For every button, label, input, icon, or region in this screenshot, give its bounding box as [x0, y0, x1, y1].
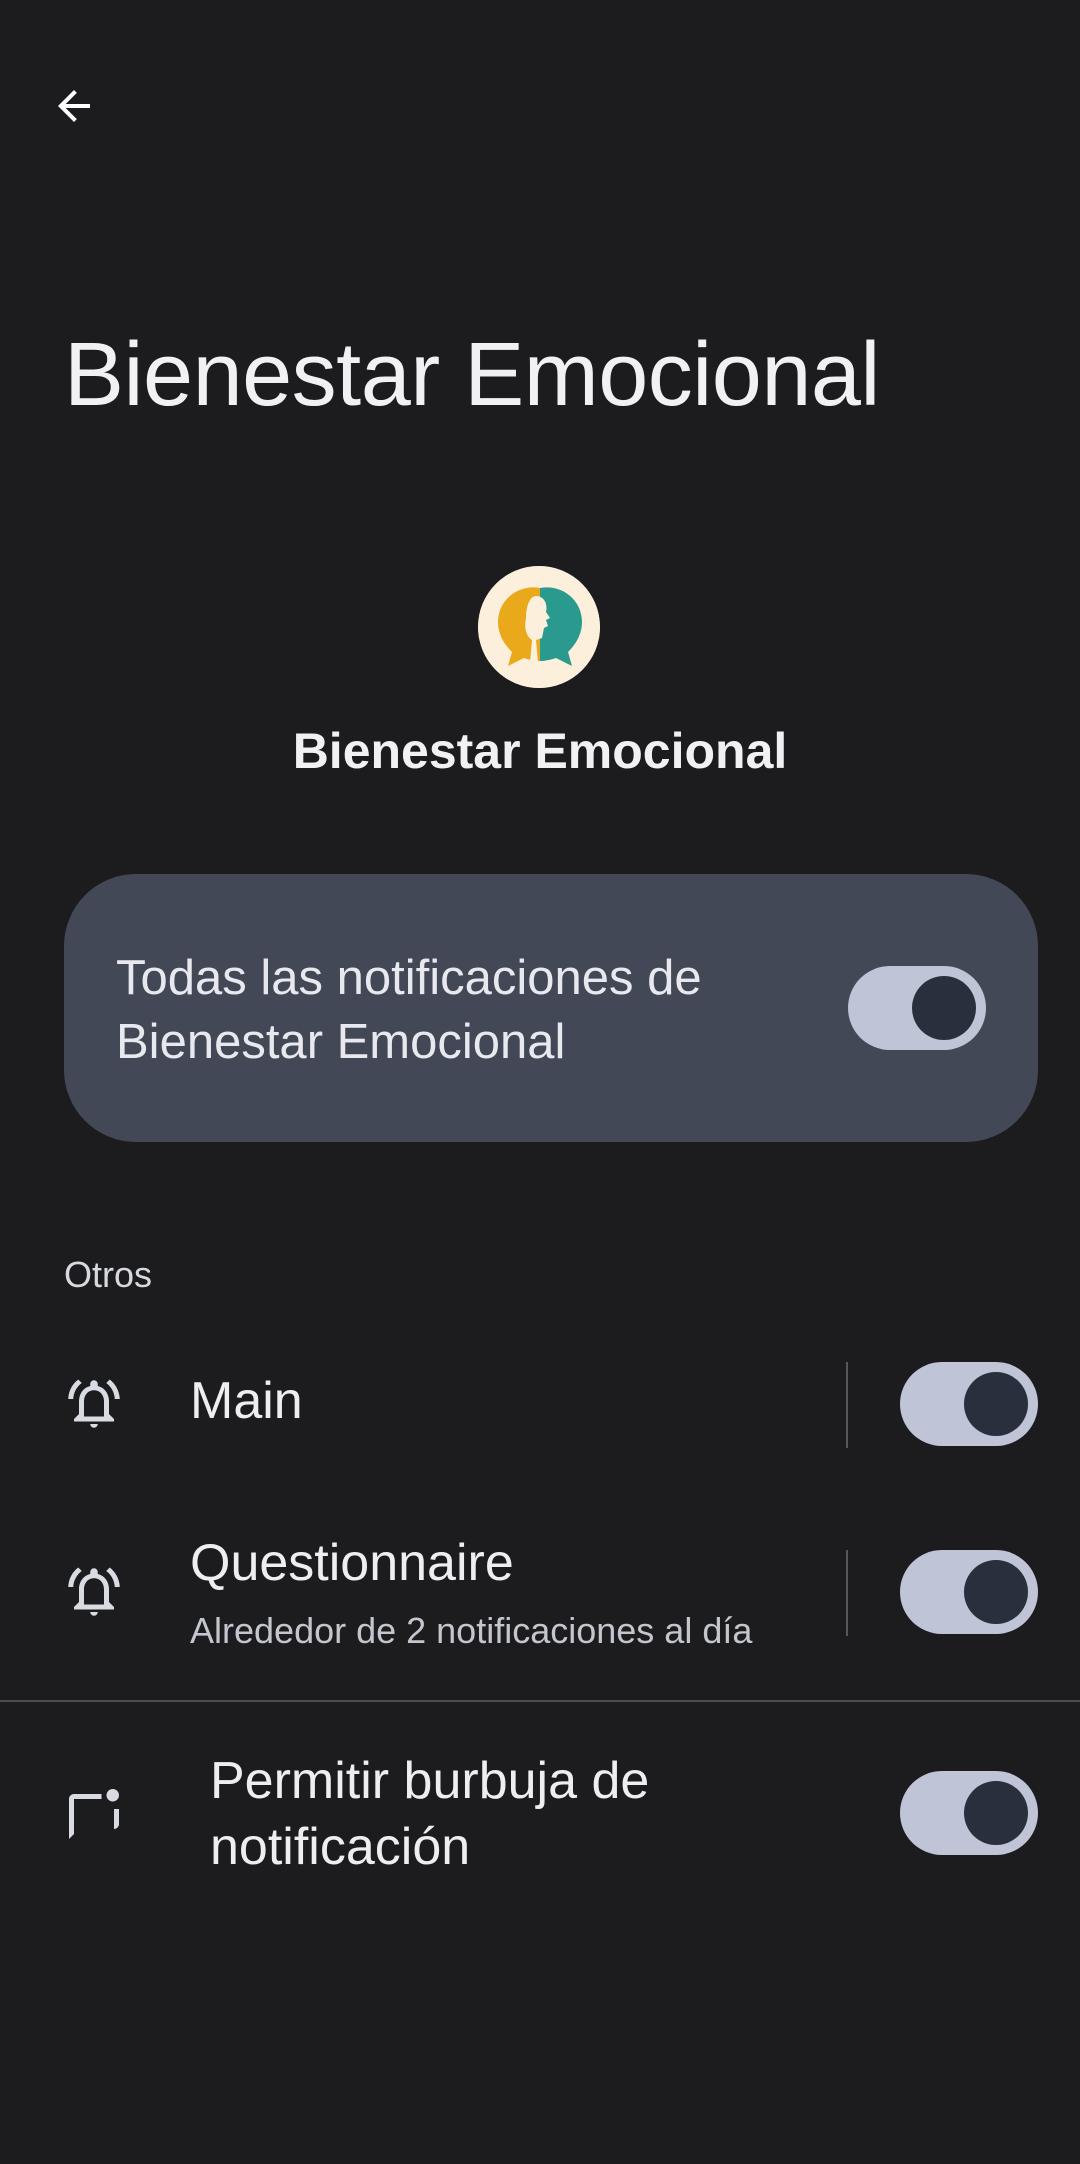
toggle-knob [912, 976, 976, 1040]
bubble-toggle[interactable] [900, 1771, 1038, 1855]
channel-toggle-main[interactable] [900, 1362, 1038, 1446]
app-name: Bienestar Emocional [292, 723, 788, 779]
master-notifications-label: Todas las notificaciones de Bienestar Em… [116, 951, 702, 1069]
master-notifications-toggle[interactable] [848, 966, 986, 1050]
back-button[interactable] [38, 70, 110, 142]
channel-title-questionnaire: Questionnaire [190, 1534, 514, 1592]
section-header-otros: Otros [64, 1254, 153, 1295]
master-notifications-card[interactable]: Todas las notificaciones de Bienestar Em… [64, 874, 1038, 1142]
section-divider [0, 1700, 1080, 1702]
toggle-knob [964, 1781, 1028, 1845]
channel-title-main: Main [190, 1372, 303, 1430]
chat-bubble-dot-icon [69, 1789, 119, 1839]
toggle-knob [964, 1560, 1028, 1624]
arrow-back-icon [58, 90, 90, 122]
bell-alarm-icon [68, 1379, 120, 1428]
bubble-title: Permitir burbuja de notificación [210, 1752, 650, 1876]
row-divider [846, 1550, 848, 1636]
channel-subtitle-questionnaire: Alrededor de 2 notificaciones al día [190, 1610, 753, 1651]
bell-alarm-icon [68, 1567, 120, 1616]
row-divider [846, 1362, 848, 1448]
app-logo-icon [478, 566, 600, 688]
channel-toggle-questionnaire[interactable] [900, 1550, 1038, 1634]
page-title: Bienestar Emocional [64, 325, 880, 425]
toggle-knob [964, 1372, 1028, 1436]
